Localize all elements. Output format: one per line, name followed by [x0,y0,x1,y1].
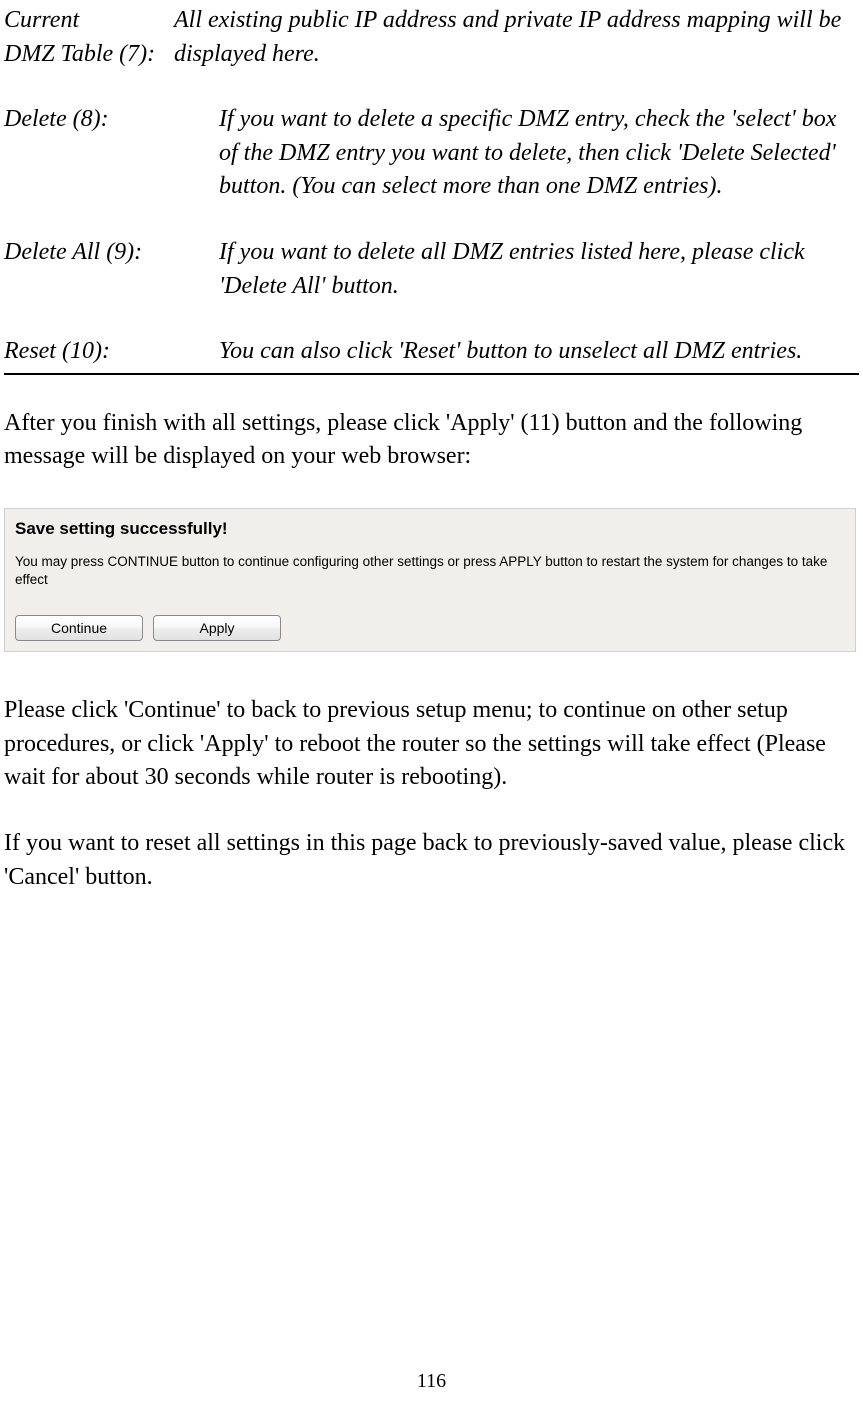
definition-label-line1: Current [4,7,79,33]
definition-list: Current DMZ Table (7): All existing publ… [4,4,859,375]
body-paragraph-2: Please click 'Continue' to back to previ… [4,694,859,795]
definition-description: If you want to delete a specific DMZ ent… [219,103,859,204]
definition-label: Delete All (9): [4,236,219,303]
definition-description: You can also click 'Reset' button to uns… [219,335,859,369]
dialog-title: Save setting successfully! [5,509,855,551]
definition-row: Delete (8): If you want to delete a spec… [4,103,859,204]
save-dialog: Save setting successfully! You may press… [4,508,856,652]
definition-description: If you want to delete all DMZ entries li… [219,236,859,303]
definition-label: Delete (8): [4,103,219,204]
definition-row: Current DMZ Table (7): All existing publ… [4,4,859,71]
dialog-message: You may press CONTINUE button to continu… [5,551,855,607]
page-number: 116 [0,1367,863,1395]
definition-label-line2: DMZ Table (7): [4,41,155,67]
body-paragraph-3: If you want to reset all settings in thi… [4,827,859,894]
body-paragraph-1: After you finish with all settings, plea… [4,407,859,474]
definition-description: All existing public IP address and priva… [174,4,859,71]
dialog-button-row: Continue Apply [5,607,855,651]
apply-button[interactable]: Apply [153,615,281,641]
definition-row: Delete All (9): If you want to delete al… [4,236,859,303]
definition-label: Reset (10): [4,335,219,369]
continue-button[interactable]: Continue [15,615,143,641]
definition-label: Current DMZ Table (7): [4,4,174,71]
definition-row: Reset (10): You can also click 'Reset' b… [4,335,859,369]
